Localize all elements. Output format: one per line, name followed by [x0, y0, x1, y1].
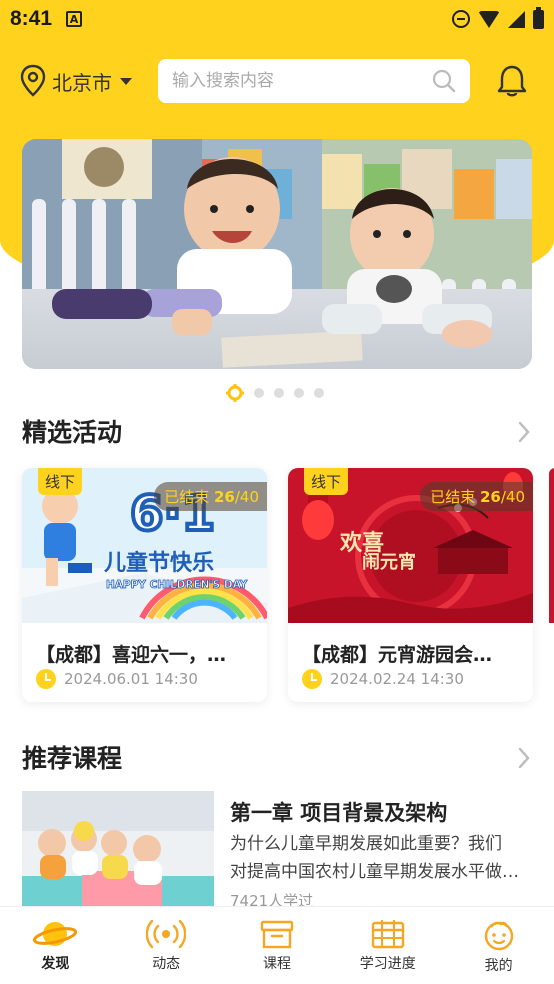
- enrolled-count: 26: [479, 488, 501, 506]
- location-pin-icon: [20, 64, 46, 97]
- offline-tag: 线下: [38, 468, 83, 495]
- capacity-total: /40: [234, 488, 259, 506]
- status-text: 已结束: [164, 488, 210, 506]
- activity-card[interactable]: 6·1 儿童节快乐 HAPPY CHILDREN'S DAY 线下 已结束 26…: [22, 468, 267, 702]
- broadcast-icon: [146, 919, 187, 949]
- course-desc-line-1: 为什么儿童早期发展如此重要？我们: [230, 834, 502, 854]
- nav-label: 我的: [484, 958, 513, 974]
- chevron-right-icon[interactable]: [516, 420, 532, 444]
- notification-icon: A: [66, 11, 83, 27]
- status-bar: 8:41 A: [0, 0, 554, 38]
- activity-title: 【成都】喜迎六一，…: [36, 644, 227, 666]
- activity-card-peek[interactable]: [549, 468, 554, 623]
- carousel-dot-active[interactable]: [226, 384, 244, 402]
- signal-icon: [508, 10, 525, 28]
- banner-carousel[interactable]: [22, 139, 532, 369]
- activity-time: 2024.06.01 14:30: [36, 669, 198, 689]
- carousel-dot[interactable]: [314, 388, 324, 398]
- search-box[interactable]: [158, 59, 470, 103]
- offline-tag: 线下: [304, 468, 349, 495]
- smiley-face-icon: [484, 921, 513, 951]
- chevron-down-icon: [120, 77, 132, 85]
- status-time: 8:41: [10, 7, 53, 30]
- activity-time: 2024.02.24 14:30: [302, 669, 464, 689]
- city-selector[interactable]: 北京市: [20, 64, 132, 98]
- top-header: 北京市: [0, 58, 554, 104]
- planet-icon: [33, 922, 78, 946]
- status-badge: 已结束 26/40: [420, 482, 533, 511]
- nav-item-courses[interactable]: 课程: [222, 907, 333, 984]
- carousel-dot[interactable]: [274, 388, 284, 398]
- status-text: 已结束: [430, 488, 476, 506]
- carousel-dot[interactable]: [294, 388, 304, 398]
- city-label: 北京市: [52, 70, 112, 95]
- course-thumbnail[interactable]: [22, 791, 214, 909]
- nav-label: 动态: [152, 956, 181, 972]
- calendar-grid-icon: [371, 920, 404, 949]
- search-input[interactable]: [172, 71, 432, 91]
- status-icons: [452, 6, 544, 29]
- capacity-total: /40: [500, 488, 525, 506]
- enrolled-count: 26: [213, 488, 235, 506]
- nav-label: 发现: [41, 956, 70, 972]
- clock-icon: [36, 669, 56, 689]
- bell-icon[interactable]: [496, 64, 528, 98]
- status-badge: 已结束 26/40: [154, 482, 267, 511]
- bottom-nav: 发现 动态 课程 学习进度 我的: [0, 906, 554, 984]
- courses-section-title: 推荐课程: [22, 744, 123, 773]
- do-not-disturb-icon: [452, 10, 470, 28]
- archive-box-icon: [260, 920, 294, 949]
- nav-label: 课程: [262, 956, 291, 972]
- activity-card[interactable]: 欢喜 闹元宵 线下 已结束 26/40 【成都】元宵游园会… 2024.02.2…: [288, 468, 533, 702]
- clock-icon: [302, 669, 322, 689]
- course-desc-line-2: 对提高中国农村儿童早期发展水平做…: [230, 862, 519, 882]
- nav-item-feed[interactable]: 动态: [111, 907, 222, 984]
- carousel-dot[interactable]: [254, 388, 264, 398]
- nav-label: 学习进度: [359, 956, 416, 972]
- course-description: 为什么儿童早期发展如此重要？我们 对提高中国农村儿童早期发展水平做…: [230, 830, 535, 886]
- battery-icon: [533, 6, 544, 29]
- lantern-text-2: 闹元宵: [362, 551, 416, 573]
- activity-title: 【成都】元宵游园会…: [302, 644, 493, 666]
- search-icon[interactable]: [432, 69, 456, 93]
- chevron-right-icon[interactable]: [516, 746, 532, 770]
- children-day-text: 儿童节快乐: [103, 550, 214, 576]
- nav-item-progress[interactable]: 学习进度: [332, 907, 443, 984]
- carousel-indicator: [226, 384, 324, 402]
- banner-photo: [22, 139, 532, 369]
- course-title[interactable]: 第一章 项目背景及架构: [230, 797, 447, 827]
- children-day-subtext: HAPPY CHILDREN'S DAY: [106, 579, 248, 591]
- nav-item-profile[interactable]: 我的: [443, 907, 554, 984]
- nav-item-discover[interactable]: 发现: [0, 907, 111, 984]
- wifi-icon: [478, 10, 500, 28]
- featured-section-title: 精选活动: [22, 418, 123, 447]
- activity-time-text: 2024.06.01 14:30: [64, 670, 198, 688]
- activity-time-text: 2024.02.24 14:30: [330, 670, 464, 688]
